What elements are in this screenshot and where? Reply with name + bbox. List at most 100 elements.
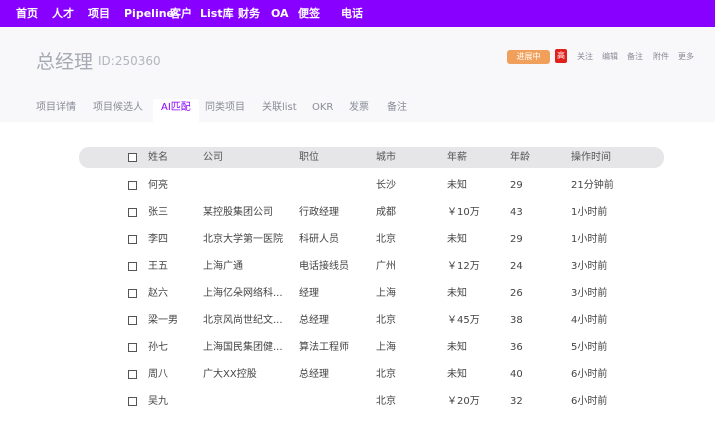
edit-button[interactable]: 编辑 [602, 51, 618, 62]
cell-age: 36 [510, 342, 523, 353]
cell-city: 成都 [376, 207, 396, 218]
row-checkbox[interactable] [128, 289, 137, 298]
tab-remarks[interactable]: 备注 [387, 99, 407, 122]
cell-company: 上海国民集团健... [203, 342, 283, 353]
cell-salary: ￥12万 [447, 261, 480, 272]
nav-item-notes[interactable]: 便签 [298, 0, 320, 27]
table-row[interactable]: 周八 广大XX控股 总经理 北京 未知 40 6小时前 [79, 361, 664, 388]
nav-item-phone[interactable]: 电话 [341, 0, 363, 27]
cell-salary: 未知 [447, 180, 467, 191]
page-title: 总经理 [36, 51, 94, 73]
row-checkbox[interactable] [128, 181, 137, 190]
cell-salary: 未知 [447, 342, 467, 353]
table-row[interactable]: 张三 某控股集团公司 行政经理 成都 ￥10万 43 1小时前 [79, 199, 664, 226]
cell-position: 算法工程师 [299, 342, 349, 353]
cell-position: 电话接线员 [299, 261, 349, 272]
cell-city: 长沙 [376, 180, 396, 191]
tab-okr[interactable]: OKR [312, 99, 333, 122]
project-id: ID:250360 [98, 54, 161, 68]
more-button[interactable]: 更多 [678, 51, 694, 62]
table-row[interactable]: 李四 北京大学第一医院 科研人员 北京 未知 29 1小时前 [79, 226, 664, 253]
cell-name[interactable]: 梁一男 [148, 307, 198, 334]
cell-name[interactable]: 赵六 [148, 280, 198, 307]
cell-age: 40 [510, 369, 523, 380]
row-checkbox[interactable] [128, 235, 137, 244]
table-row[interactable]: 何亮 长沙 未知 29 21分钟前 [79, 172, 664, 199]
select-all-checkbox[interactable] [128, 153, 137, 162]
tab-project-candidates[interactable]: 项目候选人 [93, 99, 143, 122]
cell-company: 北京大学第一医院 [203, 234, 283, 245]
nav-item-finance[interactable]: 财务 [238, 0, 260, 27]
cell-operation-time: 3小时前 [571, 288, 608, 299]
attachment-button[interactable]: 附件 [653, 51, 669, 62]
table-row[interactable]: 王五 上海广通 电话接线员 广州 ￥12万 24 3小时前 [79, 253, 664, 280]
cell-city: 上海 [376, 288, 396, 299]
column-header-position[interactable]: 职位 [299, 147, 319, 168]
nav-item-projects[interactable]: 项目 [88, 0, 110, 27]
cell-salary: ￥10万 [447, 207, 480, 218]
follow-button[interactable]: 关注 [577, 51, 593, 62]
cell-city: 广州 [376, 261, 396, 272]
column-header-operation-time[interactable]: 操作时间 [571, 147, 611, 168]
column-header-name[interactable]: 姓名 [148, 147, 168, 168]
table-row[interactable]: 赵六 上海亿朵网络科... 经理 上海 未知 26 3小时前 [79, 280, 664, 307]
cell-name[interactable]: 何亮 [148, 172, 198, 199]
cell-name[interactable]: 周八 [148, 361, 198, 388]
cell-company: 某控股集团公司 [203, 207, 273, 218]
cell-name[interactable]: 吴九 [148, 388, 198, 415]
tab-related-list[interactable]: 关联list [262, 99, 297, 122]
cell-operation-time: 6小时前 [571, 396, 608, 407]
nav-item-list-library[interactable]: List库 [200, 0, 234, 27]
row-checkbox[interactable] [128, 208, 137, 217]
row-checkbox[interactable] [128, 262, 137, 271]
cell-city: 北京 [376, 396, 396, 407]
cell-operation-time: 6小时前 [571, 369, 608, 380]
cell-company: 上海广通 [203, 261, 243, 272]
cell-name[interactable]: 孙七 [148, 334, 198, 361]
tab-ai-match[interactable]: AI匹配 [153, 99, 199, 122]
cell-position: 科研人员 [299, 234, 339, 245]
row-checkbox[interactable] [128, 316, 137, 325]
nav-item-clients[interactable]: 客户 [170, 0, 192, 27]
cell-operation-time: 1小时前 [571, 207, 608, 218]
cell-name[interactable]: 李四 [148, 226, 198, 253]
cell-city: 北京 [376, 234, 396, 245]
nav-item-talent[interactable]: 人才 [52, 0, 74, 27]
cell-operation-time: 21分钟前 [571, 180, 614, 191]
cell-age: 29 [510, 180, 523, 191]
column-header-salary[interactable]: 年薪 [447, 147, 467, 168]
nav-item-pipeline[interactable]: Pipeline [124, 0, 174, 27]
column-header-city[interactable]: 城市 [376, 147, 396, 168]
cell-salary: ￥20万 [447, 396, 480, 407]
tab-project-details[interactable]: 项目详情 [36, 99, 76, 122]
row-checkbox[interactable] [128, 343, 137, 352]
remark-button[interactable]: 备注 [627, 51, 643, 62]
cell-salary: ￥45万 [447, 315, 480, 326]
table-row[interactable]: 吴九 北京 ￥20万 32 6小时前 [79, 388, 664, 415]
status-badge: 进展中 [507, 50, 550, 64]
cell-name[interactable]: 张三 [148, 199, 198, 226]
cell-age: 32 [510, 396, 523, 407]
cell-company [203, 172, 295, 199]
cell-city: 北京 [376, 369, 396, 380]
column-header-age[interactable]: 年龄 [510, 147, 530, 168]
cell-position: 行政经理 [299, 207, 339, 218]
nav-item-home[interactable]: 首页 [16, 0, 38, 27]
cell-position: 经理 [299, 288, 319, 299]
cell-position: 总经理 [299, 369, 329, 380]
tab-similar-projects[interactable]: 同类项目 [205, 99, 245, 122]
cell-name[interactable]: 王五 [148, 253, 198, 280]
top-nav: 首页 人才 项目 Pipeline 客户 List库 财务 OA 便签 电话 [0, 0, 715, 27]
nav-item-oa[interactable]: OA [271, 0, 289, 27]
row-checkbox[interactable] [128, 370, 137, 379]
table-header: 姓名 公司 职位 城市 年薪 年龄 操作时间 [79, 147, 664, 168]
cell-age: 24 [510, 261, 523, 272]
table-row[interactable]: 梁一男 北京风尚世纪文... 总经理 北京 ￥45万 38 4小时前 [79, 307, 664, 334]
tab-invoice[interactable]: 发票 [349, 99, 369, 122]
cell-operation-time: 3小时前 [571, 261, 608, 272]
table-row[interactable]: 孙七 上海国民集团健... 算法工程师 上海 未知 36 5小时前 [79, 334, 664, 361]
cell-city: 北京 [376, 315, 396, 326]
cell-operation-time: 5小时前 [571, 342, 608, 353]
column-header-company[interactable]: 公司 [203, 147, 223, 168]
row-checkbox[interactable] [128, 397, 137, 406]
